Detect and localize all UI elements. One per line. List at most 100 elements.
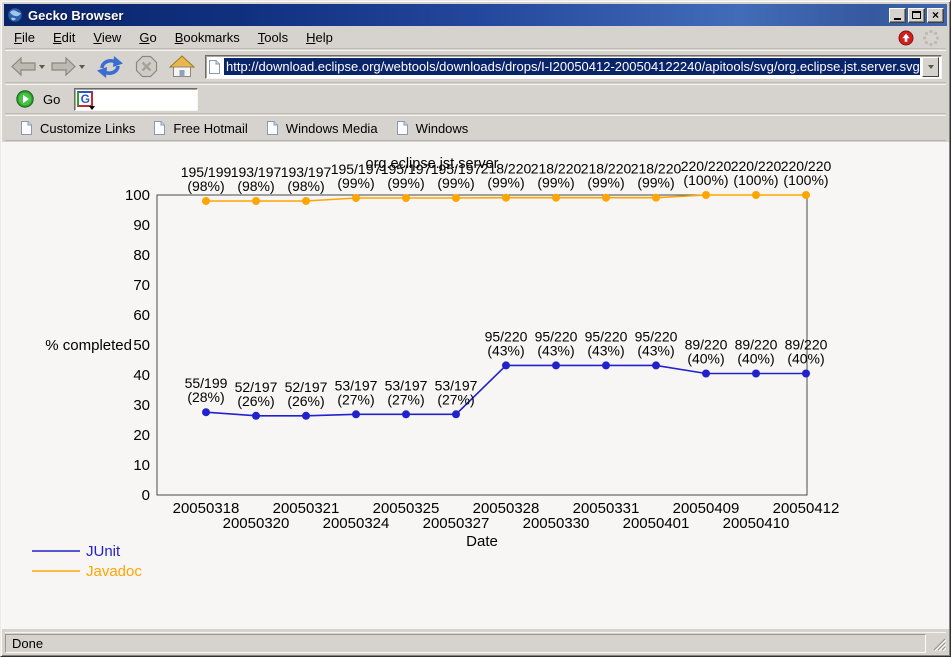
home-button[interactable] [168,53,196,80]
close-icon: × [932,9,939,21]
menu-item-file[interactable]: File [5,27,44,48]
reload-button[interactable] [95,53,125,81]
throbber-icon [922,29,940,47]
minimize-icon [894,18,901,20]
title-bar[interactable]: Gecko Browser × [4,4,947,26]
bookmark-icon [396,120,409,136]
data-label: 218/220(99%) [631,161,682,191]
x-tick-label: 20050401 [623,515,690,532]
alert-icon[interactable] [898,30,914,46]
browser-window: Gecko Browser × FileEditViewGoBookmarksT… [0,0,951,657]
y-tick-label: 100 [125,187,150,204]
maximize-button[interactable] [908,8,925,23]
data-point [402,194,410,202]
y-tick-label: 60 [133,307,150,324]
data-label: 95/220(43%) [535,328,578,358]
search-dropdown-icon[interactable] [89,106,95,110]
y-tick-label: 90 [133,217,150,234]
data-label: 55/199(28%) [185,375,228,405]
data-point [452,194,460,202]
data-point [602,361,610,369]
status-bar: Done [5,632,946,653]
x-tick-label: 20050324 [323,515,390,532]
data-label: 220/220(100%) [781,158,832,188]
data-label: 53/197(27%) [385,377,428,407]
x-tick-label: 20050320 [223,515,290,532]
data-point [652,194,660,202]
y-axis-title: % completed [45,337,132,354]
data-label: 220/220(100%) [681,158,732,188]
menu-items: FileEditViewGoBookmarksToolsHelp [5,27,342,48]
link-items: Customize Links Free Hotmail Windows Media… [11,120,477,136]
bookmark-icon [266,120,279,136]
menu-bar: FileEditViewGoBookmarksToolsHelp [5,27,946,49]
data-point [752,370,760,378]
bookmark-label: Customize Links [40,121,135,136]
search-logo-letter: G [81,93,90,105]
data-label: 193/197(98%) [281,164,332,194]
menu-item-bookmarks[interactable]: Bookmarks [166,27,249,48]
data-point [302,197,310,205]
app-icon [7,7,23,23]
forward-dropdown-icon[interactable] [79,65,85,69]
data-label: 95/220(43%) [635,328,678,358]
status-text: Done [12,636,43,651]
y-tick-label: 10 [133,457,150,474]
data-point [202,197,210,205]
data-point [602,194,610,202]
data-point [402,410,410,418]
menu-item-view[interactable]: View [84,27,130,48]
data-point [352,194,360,202]
go-icon [16,90,34,108]
search-logo[interactable]: G [77,91,93,107]
menu-item-edit[interactable]: Edit [44,27,84,48]
status-panel: Done [5,634,926,653]
menu-item-help[interactable]: Help [297,27,342,48]
data-point [552,361,560,369]
close-button[interactable]: × [927,8,944,23]
minimize-button[interactable] [889,8,906,23]
data-label: 53/197(27%) [435,377,478,407]
bookmark-item-windows-media[interactable]: Windows Media [257,120,387,136]
url-page-icon [208,59,221,75]
menu-item-go[interactable]: Go [130,27,165,48]
x-tick-label: 20050412 [773,500,840,517]
search-input[interactable] [93,90,195,109]
go-button[interactable] [15,88,35,110]
bookmark-label: Windows [416,121,469,136]
bookmark-item-windows[interactable]: Windows [387,120,478,136]
chart: 0102030405060708090100% completed2005031… [2,142,949,629]
data-label: 195/199(98%) [181,164,232,194]
url-bar[interactable]: http://download.eclipse.org/webtools/dow… [205,55,942,79]
back-icon [10,56,37,77]
url-input[interactable]: http://download.eclipse.org/webtools/dow… [224,58,920,75]
stop-button[interactable] [134,53,159,80]
bookmark-item-customize-links[interactable]: Customize Links [11,120,144,136]
data-label: 218/220(99%) [581,161,632,191]
forward-button[interactable] [49,54,86,79]
search-box[interactable]: G [74,88,198,111]
menu-item-tools[interactable]: Tools [249,27,297,48]
url-dropdown-icon [928,65,934,69]
forward-icon [50,56,77,77]
data-label: 95/220(43%) [585,328,628,358]
bookmark-label: Windows Media [286,121,378,136]
home-icon [169,55,195,78]
maximize-icon [912,11,921,19]
y-tick-label: 80 [133,247,150,264]
resize-grip[interactable] [931,636,946,651]
data-point [252,412,260,420]
links-bar: Customize Links Free Hotmail Windows Media… [5,115,946,141]
data-point [752,191,760,199]
stop-icon [135,55,158,78]
data-point [502,194,510,202]
y-tick-label: 20 [133,427,150,444]
nav-toolbar: http://download.eclipse.org/webtools/dow… [5,50,946,83]
back-dropdown-icon[interactable] [39,65,45,69]
back-button[interactable] [9,54,46,79]
x-tick-label: 20050327 [423,515,490,532]
bookmark-item-free-hotmail[interactable]: Free Hotmail [144,120,256,136]
data-point [702,191,710,199]
url-dropdown-button[interactable] [922,57,939,77]
data-point [352,410,360,418]
